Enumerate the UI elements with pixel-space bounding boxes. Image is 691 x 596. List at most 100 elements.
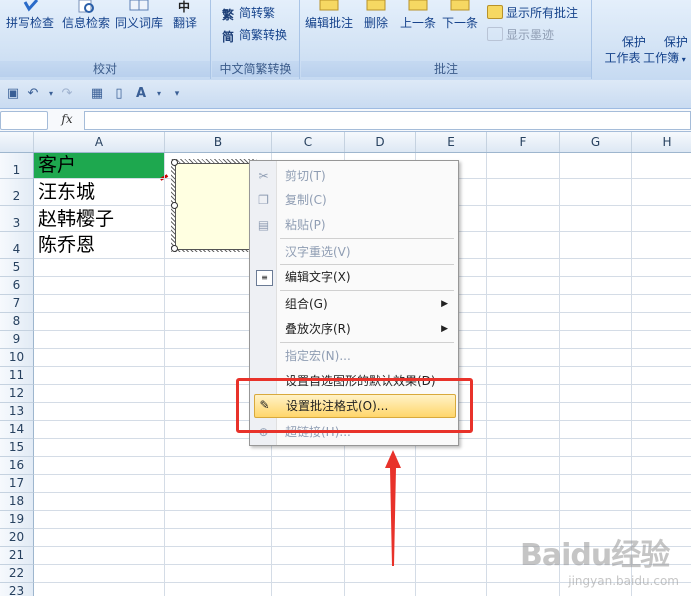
font-color-dropdown-icon[interactable]: ▾ (152, 87, 166, 101)
select-all-corner[interactable] (0, 132, 34, 152)
row-header-2[interactable]: 2 (0, 179, 34, 206)
row-header-3[interactable]: 3 (0, 206, 34, 232)
row-header-21[interactable]: 21 (0, 547, 34, 565)
column-gridline (486, 153, 487, 596)
column-header-g[interactable]: G (560, 132, 632, 152)
menu-item-paste[interactable]: ▤ 粘贴(P) (250, 213, 458, 237)
menu-item-order[interactable]: 叠放次序(R) ▶ (250, 317, 458, 341)
column-header-d[interactable]: D (345, 132, 416, 152)
new-document-icon[interactable]: ▯ (112, 87, 126, 101)
save-icon[interactable]: ▣ (6, 87, 20, 101)
formula-bar: fx (0, 109, 691, 132)
submenu-arrow-icon: ▶ (441, 324, 448, 334)
show-ink-button[interactable]: 显示墨迹 (487, 26, 554, 43)
simp-trad-convert-button[interactable]: 简简繁转换 (222, 26, 288, 44)
menu-item-copy[interactable]: ❐ 复制(C) (250, 188, 458, 212)
row-header-8[interactable]: 8 (0, 313, 34, 331)
show-all-comments-button[interactable]: 显示所有批注 (487, 4, 578, 21)
delete-comment-label: 删除 (363, 16, 388, 30)
delete-comment-button[interactable]: 删除 (363, 0, 389, 31)
row-header-9[interactable]: 9 (0, 331, 34, 349)
resize-handle[interactable] (171, 202, 178, 209)
column-header-e[interactable]: E (416, 132, 487, 152)
column-header-h[interactable]: H (632, 132, 691, 152)
row-header-10[interactable]: 10 (0, 349, 34, 367)
cell-a2[interactable]: 汪东城 (34, 179, 95, 205)
protect-sheet-button[interactable]: 保护 工作表 (599, 18, 645, 82)
protect-workbook-button[interactable]: 保护 工作簿 ▾ (641, 18, 688, 84)
column-header-a[interactable]: A (34, 132, 165, 152)
resize-handle[interactable] (171, 159, 178, 166)
row-header-17[interactable]: 17 (0, 475, 34, 493)
comments-group-label: 批注 (301, 61, 591, 77)
translate-icon: 中 (178, 0, 190, 14)
spell-check-label: 拼写检查 (6, 16, 55, 30)
row-header-15[interactable]: 15 (0, 439, 34, 457)
row-header-16[interactable]: 16 (0, 457, 34, 475)
menu-item-cut[interactable]: ✂ 剪切(T) (250, 164, 458, 188)
simp-to-trad-button[interactable]: 繁简转繁 (222, 4, 275, 22)
undo-icon[interactable]: ↶ (26, 87, 40, 101)
customize-qat-icon[interactable]: ▾ (170, 87, 184, 101)
chinese-conversion-group-label: 中文简繁转换 (212, 61, 299, 77)
row-gridline (34, 456, 691, 457)
name-box[interactable] (0, 111, 48, 130)
chinese-conversion-group: 繁简转繁 简简繁转换 中文简繁转换 (212, 0, 300, 79)
row-header-13[interactable]: 13 (0, 403, 34, 421)
show-all-comments-label: 显示所有批注 (506, 6, 579, 20)
cell-a3[interactable]: 赵韩樱子 (34, 206, 114, 232)
cell-a1[interactable]: 客户 (34, 153, 165, 178)
font-color-icon[interactable]: A (134, 87, 148, 101)
row-header-19[interactable]: 19 (0, 511, 34, 529)
next-comment-icon (450, 0, 470, 11)
comments-group: 编辑批注 删除 上一条 下一条 显示所有批注 显示墨迹 批注 (301, 0, 592, 79)
formula-input[interactable] (84, 111, 691, 130)
row-header-23[interactable]: 23 (0, 583, 34, 596)
show-ink-label: 显示墨迹 (506, 28, 555, 42)
row-header-4[interactable]: 4 (0, 232, 34, 259)
thesaurus-label: 同义词库 (115, 16, 164, 30)
column-header-c[interactable]: C (272, 132, 345, 152)
research-label: 信息检索 (62, 16, 111, 30)
menu-item-group[interactable]: 组合(G) ▶ (250, 292, 458, 316)
row-header-1[interactable]: 1 (0, 153, 34, 179)
column-header-f[interactable]: F (487, 132, 560, 152)
edit-comment-button[interactable]: 编辑批注 (305, 0, 353, 31)
row-header-12[interactable]: 12 (0, 385, 34, 403)
menu-item-edit-text[interactable]: ≡ 编辑文字(X) (250, 265, 458, 289)
research-icon (78, 0, 94, 13)
row-header-14[interactable]: 14 (0, 421, 34, 439)
row-header-11[interactable]: 11 (0, 367, 34, 385)
undo-dropdown-icon[interactable]: ▾ (44, 87, 58, 101)
previous-comment-icon (408, 0, 428, 11)
comment-box[interactable] (175, 163, 255, 250)
previous-comment-label: 上一条 (400, 16, 437, 30)
column-header-b[interactable]: B (165, 132, 272, 152)
resize-handle[interactable] (171, 245, 178, 252)
simp-trad-convert-label: 简繁转换 (239, 28, 288, 42)
row-header-5[interactable]: 5 (0, 259, 34, 277)
menu-item-reconvert[interactable]: 汉字重选(V) (250, 240, 458, 264)
simp-to-trad-icon: 繁 (222, 8, 235, 22)
row-header-6[interactable]: 6 (0, 277, 34, 295)
redo-icon[interactable]: ↷ (60, 87, 74, 101)
row-header-20[interactable]: 20 (0, 529, 34, 547)
research-button[interactable]: 信息检索 (62, 0, 110, 31)
next-comment-button[interactable]: 下一条 (442, 0, 478, 31)
menu-item-assign-macro[interactable]: 指定宏(N)... (250, 344, 458, 368)
row-header-7[interactable]: 7 (0, 295, 34, 313)
menu-separator (280, 238, 454, 239)
insert-function-icon[interactable]: fx (52, 111, 82, 128)
borders-icon[interactable]: ▦ (90, 87, 104, 101)
spell-check-button[interactable]: 拼写检查 (6, 0, 54, 31)
previous-comment-button[interactable]: 上一条 (400, 0, 436, 31)
ribbon: 拼写检查 信息检索 同义词库 中 翻译 校对 繁简转繁 简简繁转换 中文简繁转换… (0, 0, 691, 81)
proofing-group: 拼写检查 信息检索 同义词库 中 翻译 校对 (0, 0, 211, 79)
translate-button[interactable]: 中 翻译 (172, 0, 198, 31)
row-header-22[interactable]: 22 (0, 565, 34, 583)
thesaurus-button[interactable]: 同义词库 (115, 0, 163, 31)
row-header-18[interactable]: 18 (0, 493, 34, 511)
row-gridline (34, 474, 691, 475)
watermark-logo: Baidu经验 jingyan.baidu.com (520, 530, 685, 592)
cell-a4[interactable]: 陈乔恩 (34, 232, 95, 258)
